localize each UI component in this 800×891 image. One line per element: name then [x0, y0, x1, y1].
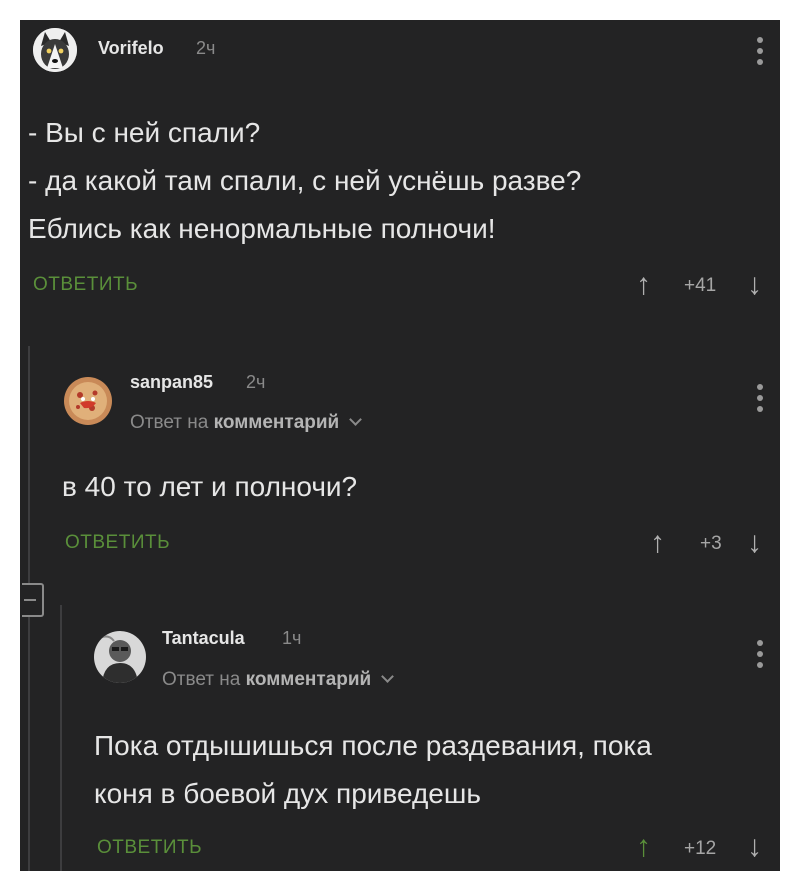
rating-score: +41: [684, 275, 717, 296]
reply-to-target: комментарий: [213, 412, 340, 433]
reply-button[interactable]: ОТВЕТИТЬ: [65, 532, 170, 554]
comment-username[interactable]: sanpan85: [130, 372, 213, 393]
comment-username[interactable]: Tantacula: [162, 628, 245, 649]
comment-time: 2ч: [246, 372, 266, 392]
reply-to-link[interactable]: Ответ на комментарий: [130, 412, 362, 434]
minus-icon: [24, 599, 36, 601]
reply-to-prefix: Ответ на: [162, 669, 241, 690]
upvote-arrow-icon[interactable]: ↑: [650, 528, 665, 558]
downvote-arrow-icon[interactable]: ↓: [747, 528, 762, 558]
pizza-avatar-icon: [62, 375, 114, 427]
comment-text-line: Еблись как ненормальные полночи!: [28, 213, 496, 244]
comment-text: Пока отдышишься после раздевания, пока к…: [94, 722, 774, 818]
chevron-down-icon: [380, 670, 394, 683]
comment-text: - Вы с ней спали? - да какой там спали, …: [28, 109, 768, 253]
avatar[interactable]: [62, 375, 114, 427]
reply-button[interactable]: ОТВЕТИТЬ: [33, 274, 138, 296]
more-options-button[interactable]: [757, 37, 763, 70]
upvote-arrow-icon[interactable]: ↑: [636, 832, 651, 862]
reply-to-link[interactable]: Ответ на комментарий: [162, 669, 394, 691]
comment-time: 2ч: [196, 38, 216, 58]
comment-username[interactable]: Vorifelo: [98, 38, 164, 59]
comment-text-line: Пока отдышишься после раздевания, пока: [94, 730, 652, 761]
chevron-down-icon: [348, 413, 362, 426]
comment-text-line: в 40 то лет и полночи?: [62, 471, 358, 502]
comment-text-line: - Вы с ней спали?: [28, 117, 261, 148]
more-options-button[interactable]: [757, 640, 763, 673]
monochrome-portrait-avatar-icon: [94, 631, 146, 683]
comment-time: 1ч: [282, 628, 302, 648]
reply-to-prefix: Ответ на: [130, 412, 209, 433]
comments-panel: Vorifelo 2ч - Вы с ней спали? - да какой…: [20, 20, 780, 871]
rating-score: +3: [700, 533, 722, 554]
avatar[interactable]: [94, 631, 146, 683]
collapse-thread-button[interactable]: [22, 583, 44, 617]
comment-text-line: коня в боевой дух приведешь: [94, 778, 481, 809]
husky-avatar-icon: [33, 28, 77, 72]
avatar[interactable]: [33, 28, 77, 72]
upvote-arrow-icon[interactable]: ↑: [636, 270, 651, 300]
reply-button[interactable]: ОТВЕТИТЬ: [97, 837, 202, 859]
comment-text-line: - да какой там спали, с ней уснёшь разве…: [28, 165, 582, 196]
comment-text: в 40 то лет и полночи?: [62, 463, 762, 511]
downvote-arrow-icon[interactable]: ↓: [747, 270, 762, 300]
thread-line-level-2[interactable]: [60, 605, 62, 871]
reply-to-target: комментарий: [245, 669, 372, 690]
more-options-button[interactable]: [757, 384, 763, 417]
downvote-arrow-icon[interactable]: ↓: [747, 832, 762, 862]
rating-score: +12: [684, 838, 717, 859]
